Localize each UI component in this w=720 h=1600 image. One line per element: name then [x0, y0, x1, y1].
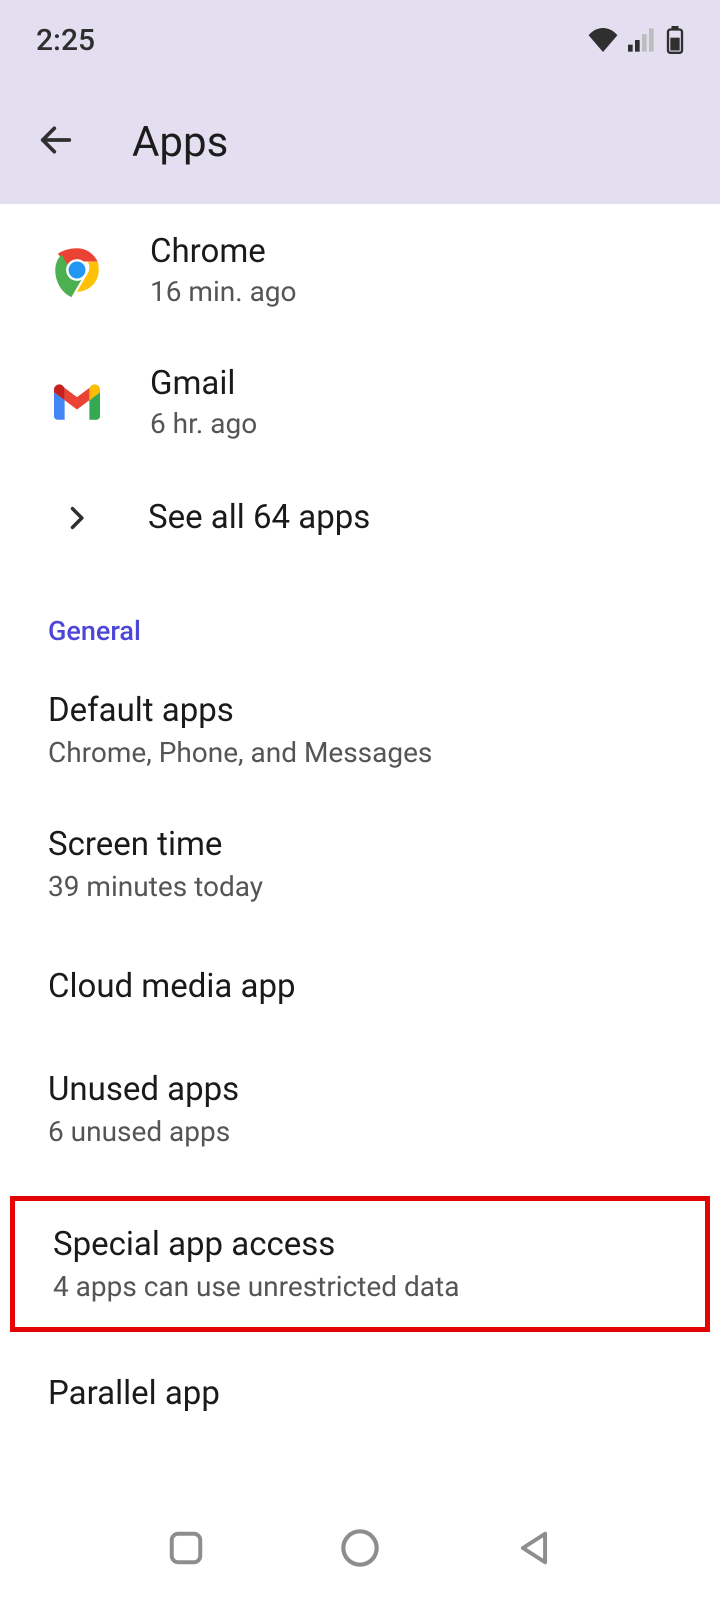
setting-special-app-access[interactable]: Special app access 4 apps can use unrest…	[10, 1196, 710, 1332]
setting-title: Unused apps	[48, 1070, 672, 1109]
setting-sub: Chrome, Phone, and Messages	[48, 736, 672, 769]
nav-recent-button[interactable]	[167, 1529, 205, 1571]
app-title: Gmail	[150, 364, 672, 403]
setting-cloud-media[interactable]: Cloud media app	[0, 931, 720, 1042]
signal-icon	[628, 28, 656, 52]
wifi-icon	[588, 28, 618, 52]
app-sub: 6 hr. ago	[150, 407, 672, 440]
see-all-label: See all 64 apps	[148, 498, 370, 537]
battery-icon	[666, 26, 684, 54]
back-button[interactable]	[36, 120, 76, 164]
chrome-icon	[48, 241, 106, 299]
setting-unused-apps[interactable]: Unused apps 6 unused apps	[0, 1042, 720, 1176]
nav-back-button[interactable]	[515, 1529, 553, 1571]
status-clock: 2:25	[36, 23, 95, 58]
section-header-general: General	[0, 567, 720, 663]
page-title: Apps	[132, 118, 228, 167]
gmail-icon	[48, 373, 106, 431]
setting-sub: 6 unused apps	[48, 1115, 672, 1148]
recent-app-gmail[interactable]: Gmail 6 hr. ago	[0, 336, 720, 468]
status-bar: 2:25	[0, 0, 720, 80]
app-bar: Apps	[0, 80, 720, 204]
see-all-apps[interactable]: See all 64 apps	[0, 468, 720, 567]
setting-parallel-app[interactable]: Parallel app	[0, 1332, 720, 1441]
setting-default-apps[interactable]: Default apps Chrome, Phone, and Messages	[0, 663, 720, 797]
app-sub: 16 min. ago	[150, 275, 672, 308]
setting-sub: 39 minutes today	[48, 870, 672, 903]
app-title: Chrome	[150, 232, 672, 271]
recent-app-chrome[interactable]: Chrome 16 min. ago	[0, 204, 720, 336]
square-icon	[167, 1529, 205, 1567]
setting-title: Default apps	[48, 691, 672, 730]
status-icons	[588, 26, 684, 54]
navigation-bar	[0, 1500, 720, 1600]
chevron-right-icon	[62, 504, 90, 532]
setting-title: Special app access	[53, 1225, 667, 1264]
setting-title: Parallel app	[48, 1374, 672, 1413]
triangle-left-icon	[515, 1529, 553, 1567]
nav-home-button[interactable]	[340, 1528, 380, 1572]
setting-title: Screen time	[48, 825, 672, 864]
circle-icon	[340, 1528, 380, 1568]
arrow-left-icon	[36, 120, 76, 160]
setting-sub: 4 apps can use unrestricted data	[53, 1270, 667, 1303]
setting-screen-time[interactable]: Screen time 39 minutes today	[0, 797, 720, 931]
setting-title: Cloud media app	[48, 967, 672, 1006]
